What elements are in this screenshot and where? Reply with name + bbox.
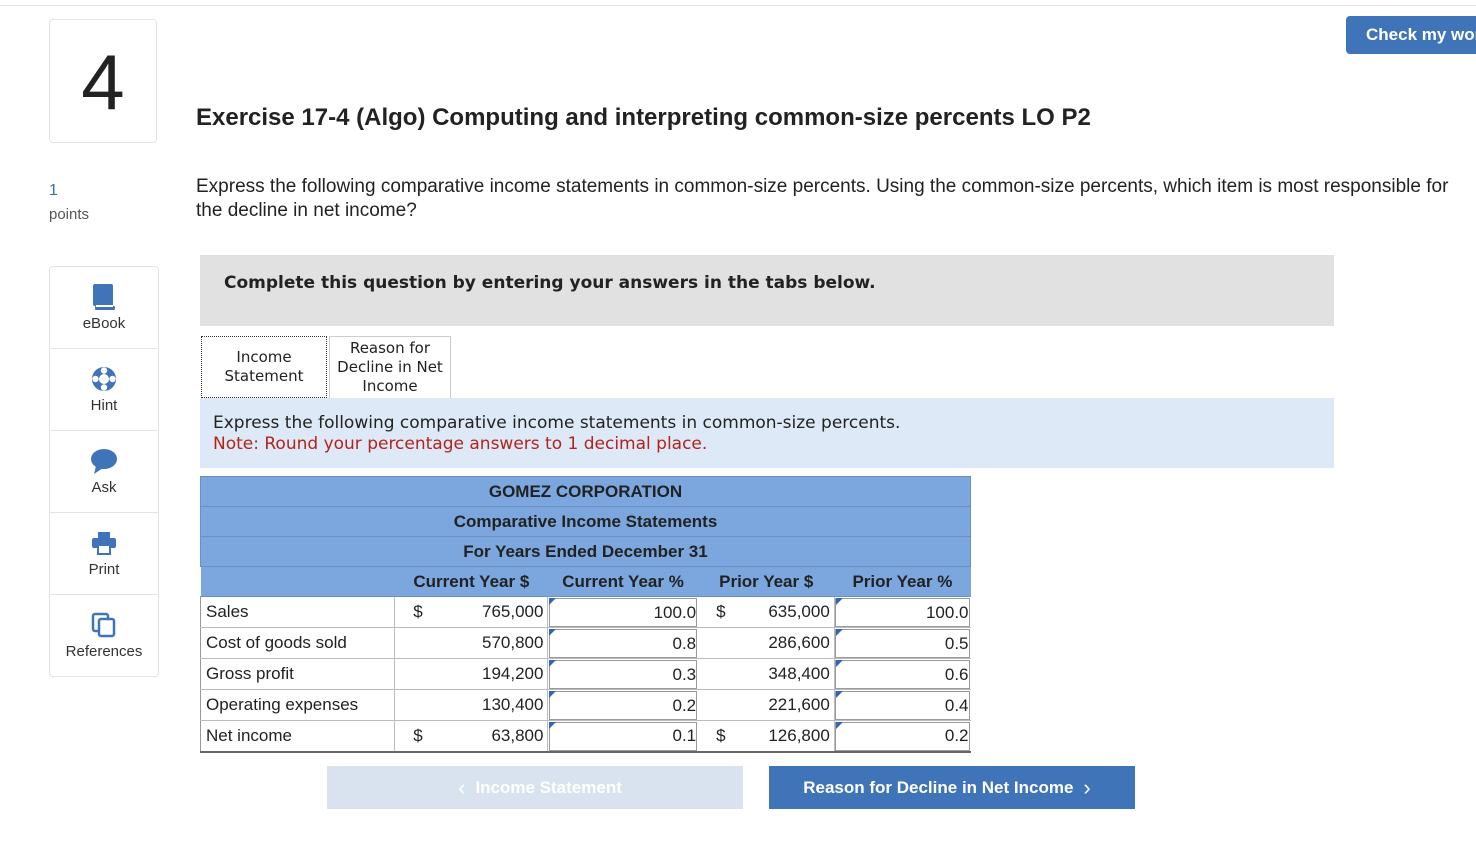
currency-sign: $ <box>413 725 423 745</box>
currency-sign: $ <box>716 725 726 745</box>
tab-panel-instructions: Express the following comparative income… <box>200 398 1334 468</box>
row-label: Net income <box>199 720 396 753</box>
printer-icon <box>50 529 158 559</box>
sidebar-item-references[interactable]: References <box>50 595 158 677</box>
chevron-right-icon: › <box>1083 774 1091 800</box>
panel-instruction: Express the following comparative income… <box>213 413 901 433</box>
prior-year-amount: 221,600 <box>768 695 830 714</box>
check-my-work-button[interactable]: Check my work <box>1346 16 1476 54</box>
sidebar-item-label: Print <box>88 561 120 578</box>
row-label: Operating expenses <box>199 689 396 721</box>
column-header: Prior Year $ <box>698 566 835 597</box>
column-header-blank <box>200 566 395 597</box>
column-header: Current Year $ <box>394 566 548 597</box>
chat-bubble-icon <box>50 447 158 477</box>
table-row: Gross profit 194,200 0.3 348,400 0.6 <box>199 658 971 690</box>
chevron-left-icon: ‹ <box>458 774 466 800</box>
prior-year-percent-input[interactable]: 0.2 <box>834 720 971 753</box>
row-label: Sales <box>199 596 396 628</box>
current-year-percent-input[interactable]: 100.0 <box>547 596 699 628</box>
statement-name: Comparative Income Statements <box>200 506 971 537</box>
prior-year-percent-input[interactable]: 0.5 <box>834 627 971 659</box>
prior-year-percent-input[interactable]: 0.6 <box>834 658 971 690</box>
sidebar-item-label: Hint <box>90 397 118 414</box>
current-year-percent-input[interactable]: 0.8 <box>547 627 699 659</box>
tab-income-statement[interactable]: Income Statement <box>201 336 327 398</box>
next-tab-button[interactable]: Reason for Decline in Net Income › <box>769 766 1135 809</box>
points-value: 1 <box>49 182 58 199</box>
tab-label: Income Statement <box>224 348 304 385</box>
sidebar-item-label: References <box>65 643 143 660</box>
statement-period: For Years Ended December 31 <box>200 536 971 567</box>
table-row: Cost of goods sold 570,800 0.8 286,600 0… <box>199 627 971 659</box>
top-divider <box>0 5 1476 6</box>
sidebar-item-ask[interactable]: Ask <box>50 431 158 513</box>
current-year-percent-input[interactable]: 0.3 <box>547 658 699 690</box>
rounding-note: Note: Round your percentage answers to 1… <box>213 434 708 454</box>
sidebar-item-hint[interactable]: Hint <box>50 349 158 431</box>
currency-sign: $ <box>413 602 423 621</box>
prior-year-amount: 126,800 <box>768 725 830 745</box>
points-label: points <box>49 206 90 223</box>
current-year-amount: 130,400 <box>481 695 544 714</box>
currency-sign: $ <box>716 602 726 621</box>
prior-year-amount: 286,600 <box>768 633 830 652</box>
book-icon <box>50 283 158 313</box>
income-statement-table: GOMEZ CORPORATION Comparative Income Sta… <box>199 476 971 753</box>
current-year-percent-input[interactable]: 0.2 <box>547 689 699 721</box>
row-label: Gross profit <box>199 658 396 690</box>
resource-sidebar: eBook Hint Ask Print References <box>49 266 159 677</box>
prev-tab-label: Income Statement <box>475 777 622 797</box>
table-row: Net income $63,800 0.1 $126,800 0.2 <box>199 720 971 753</box>
column-header: Current Year % <box>547 566 699 597</box>
company-name: GOMEZ CORPORATION <box>200 476 971 507</box>
next-tab-label: Reason for Decline in Net Income <box>803 777 1074 797</box>
sidebar-item-label: eBook <box>82 315 126 332</box>
current-year-amount: 570,800 <box>481 633 544 652</box>
table-row: Operating expenses 130,400 0.2 221,600 0… <box>199 689 971 721</box>
instructions-banner: Complete this question by entering your … <box>200 255 1334 326</box>
prior-year-percent-input[interactable]: 100.0 <box>834 596 971 628</box>
current-year-amount: 63,800 <box>491 725 544 745</box>
instructions-text: Complete this question by entering your … <box>224 273 876 293</box>
current-year-amount: 194,200 <box>481 664 544 683</box>
prior-year-amount: 348,400 <box>768 664 830 683</box>
exercise-title: Exercise 17-4 (Algo) Computing and inter… <box>196 104 1091 131</box>
row-label: Cost of goods sold <box>199 627 396 659</box>
prev-tab-button[interactable]: ‹ Income Statement <box>327 766 743 809</box>
prior-year-percent-input[interactable]: 0.4 <box>834 689 971 721</box>
copy-icon <box>50 611 158 641</box>
exercise-prompt: Express the following comparative income… <box>196 176 1449 221</box>
column-header: Prior Year % <box>834 566 971 597</box>
table-row: Sales $765,000 100.0 $635,000 100.0 <box>199 596 971 628</box>
current-year-percent-input[interactable]: 0.1 <box>547 720 699 753</box>
sidebar-item-label: Ask <box>91 479 117 496</box>
sidebar-item-ebook[interactable]: eBook <box>50 267 158 349</box>
prior-year-amount: 635,000 <box>768 602 830 621</box>
question-number: 4 <box>49 19 157 143</box>
sidebar-item-print[interactable]: Print <box>50 513 158 595</box>
lifebuoy-icon <box>50 365 158 395</box>
tab-label: Reason for Decline in Net Income <box>337 339 443 395</box>
current-year-amount: 765,000 <box>481 602 544 621</box>
tab-reason-for-decline[interactable]: Reason for Decline in Net Income <box>329 336 451 398</box>
